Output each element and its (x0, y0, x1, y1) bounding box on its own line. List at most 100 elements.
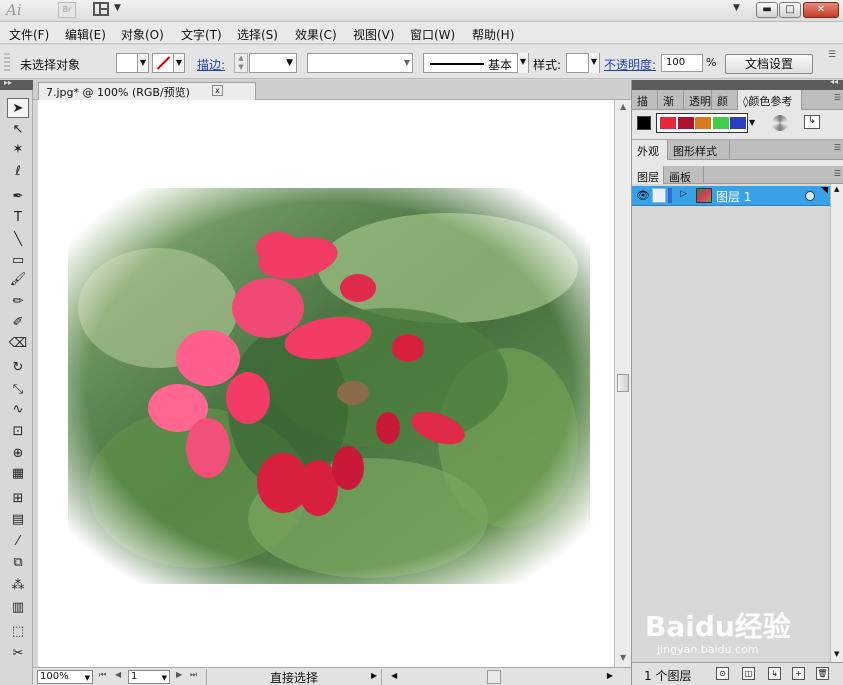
rotate-tool-icon[interactable]: ↻ (7, 358, 29, 378)
harmony-swatch[interactable] (695, 117, 711, 129)
layer-name[interactable]: 图层 1 (716, 188, 751, 205)
artboard-number-field[interactable]: 1 ▼ (128, 670, 170, 684)
minimize-button[interactable]: ▬ (756, 2, 778, 18)
zoom-select[interactable]: 100% ▼ (37, 670, 93, 684)
new-sublayer-icon[interactable]: ↳ (768, 667, 781, 680)
new-layer-icon[interactable]: + (792, 667, 805, 680)
panel-tab-tabs2-1[interactable]: 图形样式 (668, 140, 730, 160)
panel-tab-tabs3-1[interactable]: 画板 (664, 166, 704, 186)
menu-item-4[interactable]: 选择(S) (237, 26, 278, 43)
bridge-button[interactable]: Br (58, 2, 76, 18)
menu-item-2[interactable]: 对象(O) (121, 26, 164, 43)
vertical-scrollbar[interactable]: ▲ ▼ (614, 100, 631, 667)
stroke-dropdown-caret[interactable]: ▼ (173, 53, 185, 73)
slice-tool-icon[interactable]: ✂ (7, 644, 29, 664)
horizontal-scrollbar[interactable]: ◀ ▶ (385, 670, 617, 684)
make-clipping-mask-icon[interactable]: ◫ (742, 667, 755, 680)
base-color-swatch[interactable] (637, 116, 651, 130)
graphic-style-select[interactable]: ▼ (566, 53, 600, 73)
stroke-panel-link[interactable]: 描边: (197, 56, 225, 73)
expand-triangle-icon[interactable]: ▷ (680, 189, 687, 199)
harmony-swatch[interactable] (730, 117, 746, 129)
close-document-icon[interactable]: x (212, 85, 223, 96)
line-tool-icon[interactable]: ╲ (7, 230, 29, 250)
control-bar-grip[interactable] (4, 53, 10, 71)
panel-menu-icon[interactable]: ☰ (834, 93, 841, 102)
panel-tab-tabs1-1[interactable]: 渐变 (658, 90, 684, 124)
free-transform-tool-icon[interactable]: ⊡ (7, 422, 29, 442)
control-bar-menu-icon[interactable]: ☰ (828, 50, 836, 60)
menu-item-5[interactable]: 效果(C) (295, 26, 337, 43)
eraser-tool-icon[interactable]: ⌫ (7, 334, 29, 354)
workspace-switcher-button[interactable]: ▼ (733, 3, 740, 13)
blob-brush-tool-icon[interactable]: ✐ (7, 313, 29, 333)
close-button[interactable]: ✕ (803, 2, 839, 18)
panel-tab-tabs1-2[interactable]: 透明 (684, 90, 712, 110)
panel-menu-icon[interactable]: ☰ (834, 169, 841, 178)
shape-builder-tool-icon[interactable]: ⊕ (7, 444, 29, 464)
menu-item-1[interactable]: 编辑(E) (65, 26, 106, 43)
visibility-eye-icon[interactable]: 👁 (636, 189, 650, 202)
rectangle-tool-icon[interactable]: ▭ (7, 251, 29, 271)
menu-item-6[interactable]: 视图(V) (353, 26, 395, 43)
horizontal-scroll-thumb[interactable] (487, 670, 501, 684)
fill-dropdown-caret[interactable]: ▼ (137, 53, 149, 73)
harmony-rules-caret[interactable]: ▼ (749, 113, 759, 133)
direct-selection-tool-icon[interactable]: ↖ (7, 120, 29, 140)
previous-artboard-icon[interactable]: ◀ (115, 670, 121, 679)
scroll-right-icon[interactable]: ▶ (607, 671, 613, 680)
stroke-weight-field[interactable]: ▼ (249, 53, 297, 73)
pencil-tool-icon[interactable]: ✏ (7, 292, 29, 312)
layer-target-icon[interactable] (805, 191, 815, 201)
perspective-grid-tool-icon[interactable]: ▦ (7, 464, 29, 484)
scroll-up-icon[interactable]: ▲ (834, 185, 839, 193)
panel-tab-tabs1-4[interactable]: ◊颜色参考 (738, 90, 802, 110)
scroll-down-icon[interactable]: ▼ (620, 653, 626, 662)
magic-wand-tool-icon[interactable]: ✶ (7, 140, 29, 160)
next-artboard-icon[interactable]: ▶ (176, 670, 182, 679)
panel-menu-icon[interactable]: ☰ (834, 143, 841, 152)
blend-tool-icon[interactable]: ⧉ (7, 553, 29, 573)
document-tab[interactable]: 7.jpg* @ 100% (RGB/预览) x (38, 82, 256, 100)
harmony-swatch[interactable] (712, 117, 729, 129)
last-artboard-icon[interactable]: ⏭ (190, 670, 197, 680)
brush-definition-select[interactable]: 基本 ▼ (423, 53, 529, 73)
fill-swatch[interactable] (116, 53, 138, 73)
scroll-down-icon[interactable]: ▼ (834, 650, 839, 658)
panel-tab-tabs1-0[interactable]: 描边 (632, 90, 658, 124)
vertical-scroll-thumb[interactable] (617, 374, 629, 392)
selection-tool-icon[interactable]: ➤ (7, 98, 29, 118)
menu-item-8[interactable]: 帮助(H) (472, 26, 514, 43)
type-tool-icon[interactable]: T (7, 208, 29, 228)
paintbrush-tool-icon[interactable]: 🖌 (7, 270, 29, 290)
panel-tab-tabs3-0[interactable]: 图层 (632, 166, 664, 186)
scroll-left-icon[interactable]: ◀ (391, 671, 397, 680)
tools-panel-header[interactable]: ▸▸ (0, 78, 33, 90)
opacity-field[interactable]: 100 (661, 54, 703, 72)
eyedropper-tool-icon[interactable]: ⁄ (7, 532, 29, 552)
pen-tool-icon[interactable]: ✒ (7, 187, 29, 207)
lock-toggle[interactable] (652, 188, 666, 203)
stroke-weight-stepper[interactable]: ▲ ▼ (234, 53, 248, 73)
first-artboard-icon[interactable]: ⏮ (99, 670, 106, 680)
locate-object-icon[interactable]: ⊙ (716, 667, 729, 680)
layer-row[interactable]: 👁 ▷ 图层 1 (632, 186, 830, 206)
harmony-colors-strip[interactable] (656, 113, 748, 133)
gradient-tool-icon[interactable]: ▤ (7, 510, 29, 530)
opacity-panel-link[interactable]: 不透明度: (604, 56, 656, 73)
scroll-up-icon[interactable]: ▲ (620, 102, 626, 111)
status-menu-icon[interactable]: ▶ (371, 671, 377, 680)
maximize-button[interactable]: □ (779, 2, 801, 18)
save-color-group-icon[interactable]: ↳ (804, 115, 820, 129)
menu-item-3[interactable]: 文字(T) (181, 26, 222, 43)
harmony-swatch[interactable] (660, 117, 676, 129)
delete-layer-icon[interactable]: 🗑 (816, 667, 829, 680)
artboard[interactable] (38, 100, 614, 667)
dock-header[interactable]: ◂◂ (632, 77, 843, 90)
color-wheel-icon[interactable] (772, 115, 788, 131)
flower-photo[interactable] (68, 188, 590, 584)
layers-scrollbar[interactable]: ▲ ▼ (830, 184, 843, 662)
scale-tool-icon[interactable]: ⤡ (7, 380, 29, 400)
lasso-tool-icon[interactable]: ℓ (7, 162, 29, 182)
warp-tool-icon[interactable]: ∿ (7, 400, 29, 420)
